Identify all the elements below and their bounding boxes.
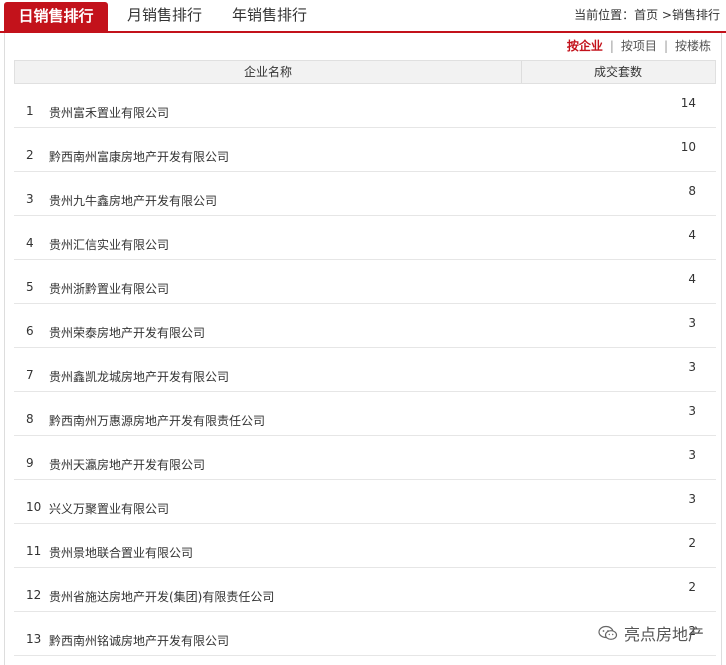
row-rank: 5 (26, 280, 34, 294)
filter-by-building[interactable]: 按楼栋 (675, 39, 711, 53)
company-name-link[interactable]: 贵州浙黔置业有限公司 (49, 280, 169, 297)
table-row: 6 贵州荣泰房地产开发有限公司 3 (14, 304, 716, 348)
column-header-count: 成交套数 (593, 65, 642, 79)
table-row: 10 兴义万聚置业有限公司 3 (14, 480, 716, 524)
filter-divider: | (663, 39, 668, 53)
company-name-link[interactable]: 黔西南州富康房地产开发有限公司 (49, 148, 229, 165)
row-rank: 2 (26, 148, 34, 162)
row-rank: 12 (26, 588, 42, 602)
table-row: 4 贵州汇信实业有限公司 4 (14, 216, 716, 260)
company-name-link[interactable]: 贵州富禾置业有限公司 (49, 104, 169, 121)
watermark-text: 亮点房地产 (623, 625, 704, 644)
wechat-icon (598, 625, 618, 640)
row-rank: 9 (26, 456, 34, 470)
row-rank: 7 (26, 368, 34, 382)
table-header: 企业名称 成交套数 (14, 60, 716, 84)
breadcrumb-separator: > (658, 8, 672, 22)
company-name-link[interactable]: 黔西南州万惠源房地产开发有限责任公司 (49, 412, 265, 429)
table-row: 3 贵州九牛鑫房地产开发有限公司 8 (14, 172, 716, 216)
row-rank: 10 (26, 500, 42, 514)
table-row: 7 贵州鑫凯龙城房地产开发有限公司 3 (14, 348, 716, 392)
breadcrumb-prefix: 当前位置： (574, 8, 635, 22)
deal-count: 2 (688, 536, 696, 550)
company-name-link[interactable]: 贵州景地联合置业有限公司 (49, 544, 193, 561)
breadcrumb: 当前位置：首页 >销售排行 (574, 0, 720, 31)
filter-by-project[interactable]: 按项目 (621, 39, 657, 53)
watermark: 亮点房地产 (598, 621, 704, 645)
company-name-link[interactable]: 贵州天瀛房地产开发有限公司 (49, 456, 205, 473)
deal-count: 3 (688, 360, 696, 374)
company-name-link[interactable]: 贵州省施达房地产开发(集团)有限责任公司 (49, 588, 274, 605)
breadcrumb-current[interactable]: 销售排行 (672, 8, 720, 22)
company-name-link[interactable]: 贵州荣泰房地产开发有限公司 (49, 324, 205, 341)
filter-by-company[interactable]: 按企业 (567, 39, 603, 53)
row-rank: 11 (26, 544, 42, 558)
row-rank: 8 (26, 412, 34, 426)
table-row: 9 贵州天瀛房地产开发有限公司 3 (14, 436, 716, 480)
ranking-panel: 按企业 | 按项目 | 按楼栋 企业名称 成交套数 1 贵州富禾置业有限公司 14 2 黔西南… (4, 33, 722, 665)
row-rank: 4 (26, 236, 34, 250)
company-name-link[interactable]: 贵州鑫凯龙城房地产开发有限公司 (49, 368, 229, 385)
table-row: 2 黔西南州富康房地产开发有限公司 10 (14, 128, 716, 172)
row-rank: 3 (26, 192, 34, 206)
table-row: 12 贵州省施达房地产开发(集团)有限责任公司 2 (14, 568, 716, 612)
table-row: 1 贵州富禾置业有限公司 14 (14, 84, 716, 128)
company-name-link[interactable]: 兴义万聚置业有限公司 (49, 500, 169, 517)
deal-count: 3 (688, 316, 696, 330)
row-rank: 13 (26, 632, 42, 646)
table-row: 5 贵州浙黔置业有限公司 4 (14, 260, 716, 304)
deal-count: 3 (688, 448, 696, 462)
tab-yearly-sales[interactable]: 年销售排行 (232, 0, 307, 31)
company-name-link[interactable]: 贵州九牛鑫房地产开发有限公司 (49, 192, 217, 209)
table-row: 8 黔西南州万惠源房地产开发有限责任公司 3 (14, 392, 716, 436)
column-header-company: 企业名称 (15, 61, 522, 83)
ranking-table-body: 1 贵州富禾置业有限公司 14 2 黔西南州富康房地产开发有限公司 10 3 贵州九牛鑫房… (14, 84, 716, 656)
deal-count: 3 (688, 492, 696, 506)
deal-count: 4 (688, 228, 696, 242)
deal-count: 14 (680, 96, 696, 110)
deal-count: 4 (688, 272, 696, 286)
company-name-link[interactable]: 黔西南州铭诚房地产开发有限公司 (49, 632, 229, 649)
deal-count: 8 (688, 184, 696, 198)
breadcrumb-home-link[interactable]: 首页 (634, 8, 658, 22)
table-row: 11 贵州景地联合置业有限公司 2 (14, 524, 716, 568)
row-rank: 1 (26, 104, 34, 118)
filter-bar: 按企业 | 按项目 | 按楼栋 (567, 37, 711, 54)
tab-daily-sales[interactable]: 日销售排行 (4, 2, 108, 31)
filter-divider: | (609, 39, 614, 53)
deal-count: 10 (680, 140, 696, 154)
company-name-link[interactable]: 贵州汇信实业有限公司 (49, 236, 169, 253)
deal-count: 3 (688, 404, 696, 418)
tab-monthly-sales[interactable]: 月销售排行 (127, 0, 202, 31)
row-rank: 6 (26, 324, 34, 338)
top-nav: 日销售排行 月销售排行 年销售排行 当前位置：首页 >销售排行 (0, 0, 726, 33)
deal-count: 2 (688, 580, 696, 594)
